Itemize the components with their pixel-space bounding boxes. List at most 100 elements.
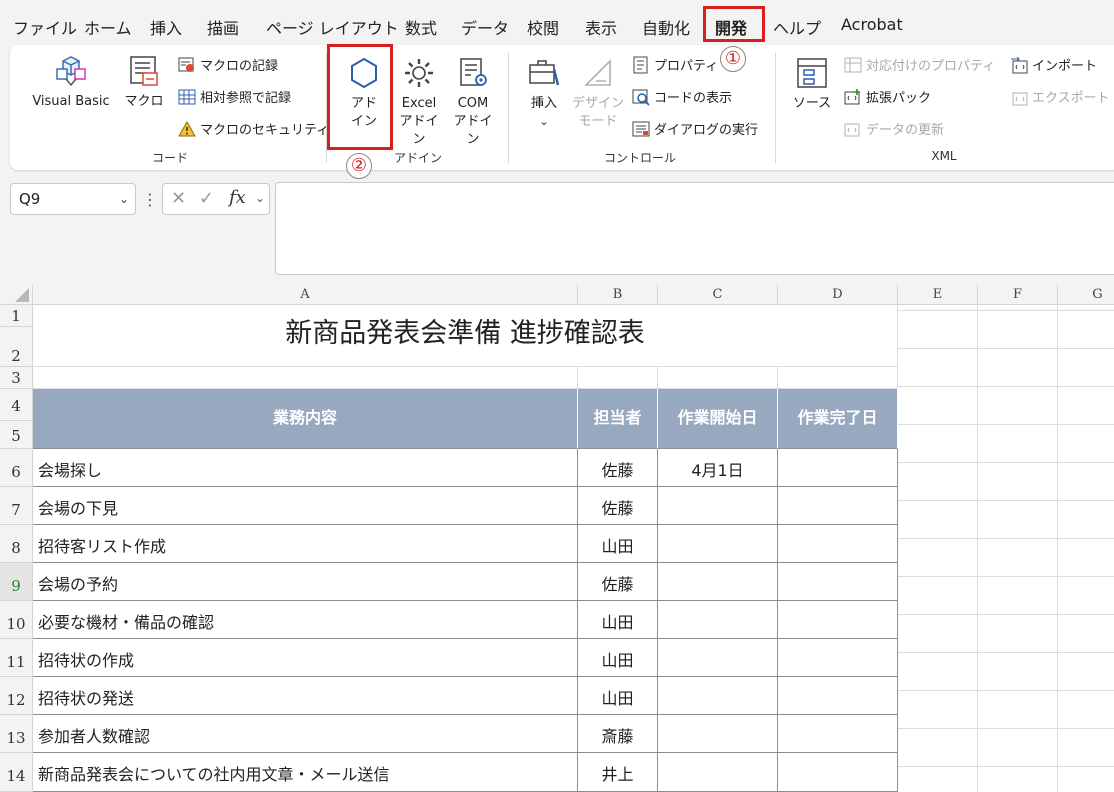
- start-date-cell[interactable]: [658, 601, 778, 639]
- record-macro-button[interactable]: マクロの記録: [178, 55, 278, 74]
- tab-file[interactable]: ファイル: [13, 15, 77, 39]
- end-date-cell[interactable]: [778, 563, 898, 601]
- start-date-cell[interactable]: [658, 487, 778, 525]
- assignee-cell[interactable]: 山田: [578, 601, 658, 639]
- header-start-date[interactable]: 作業開始日: [658, 389, 778, 449]
- assignee-cell[interactable]: 佐藤: [578, 563, 658, 601]
- end-date-cell[interactable]: [778, 715, 898, 753]
- end-date-cell[interactable]: [778, 449, 898, 487]
- tab-draw[interactable]: 描画: [207, 15, 239, 39]
- column-header-e[interactable]: E: [898, 285, 978, 305]
- export-button[interactable]: エクスポート: [1010, 87, 1110, 106]
- column-header-c[interactable]: C: [658, 285, 778, 305]
- start-date-cell[interactable]: [658, 563, 778, 601]
- view-code-button[interactable]: コードの表示: [632, 87, 732, 106]
- row-header-9[interactable]: 9: [0, 563, 33, 601]
- assignee-cell[interactable]: 井上: [578, 753, 658, 792]
- task-cell[interactable]: 招待客リスト作成: [33, 525, 578, 563]
- row-header-10[interactable]: 10: [0, 601, 33, 639]
- row-header-2[interactable]: 2: [0, 327, 33, 367]
- tab-help[interactable]: ヘルプ: [773, 15, 821, 39]
- task-cell[interactable]: 招待状の発送: [33, 677, 578, 715]
- chevron-down-icon[interactable]: ⌄: [255, 191, 265, 205]
- header-assignee[interactable]: 担当者: [578, 389, 658, 449]
- start-date-cell[interactable]: [658, 525, 778, 563]
- start-date-cell[interactable]: [658, 677, 778, 715]
- addin-button[interactable]: アド イン: [339, 55, 389, 131]
- select-all-corner[interactable]: [0, 285, 33, 305]
- tab-insert[interactable]: 挿入: [150, 15, 182, 39]
- tab-view[interactable]: 表示: [585, 15, 617, 39]
- row-header-4[interactable]: 4: [0, 389, 33, 421]
- sheet-title[interactable]: 新商品発表会準備 進捗確認表: [33, 305, 898, 367]
- cell[interactable]: [658, 367, 778, 389]
- column-header-a[interactable]: A: [33, 285, 578, 305]
- name-box[interactable]: Q9 ⌄: [10, 183, 136, 215]
- properties-button[interactable]: プロパティ: [632, 55, 718, 74]
- design-mode-button[interactable]: デザイン モード: [572, 55, 624, 131]
- macro-button[interactable]: マクロ: [122, 53, 166, 111]
- relative-reference-button[interactable]: 相対参照で記録: [178, 87, 291, 106]
- row-header-12[interactable]: 12: [0, 677, 33, 715]
- task-cell[interactable]: 会場探し: [33, 449, 578, 487]
- column-header-b[interactable]: B: [578, 285, 658, 305]
- tab-developer[interactable]: 開発: [715, 15, 747, 39]
- tab-automate[interactable]: 自動化: [642, 15, 690, 39]
- excel-addins-button[interactable]: Excel アドイン: [395, 55, 443, 149]
- insert-function-icon[interactable]: fx: [229, 187, 246, 208]
- column-header-g[interactable]: G: [1058, 285, 1114, 305]
- formula-input[interactable]: [275, 182, 1114, 275]
- assignee-cell[interactable]: 佐藤: [578, 449, 658, 487]
- refresh-data-button[interactable]: データの更新: [844, 119, 944, 138]
- end-date-cell[interactable]: [778, 753, 898, 792]
- row-header-6[interactable]: 6: [0, 449, 33, 487]
- start-date-cell[interactable]: [658, 639, 778, 677]
- column-header-f[interactable]: F: [978, 285, 1058, 305]
- row-header-1[interactable]: 1: [0, 305, 33, 327]
- row-header-11[interactable]: 11: [0, 639, 33, 677]
- start-date-cell[interactable]: [658, 753, 778, 792]
- task-cell[interactable]: 新商品発表会についての社内用文章・メール送信: [33, 753, 578, 792]
- cell[interactable]: [578, 367, 658, 389]
- enter-icon[interactable]: ✓: [199, 188, 214, 209]
- row-header-5[interactable]: 5: [0, 421, 33, 449]
- row-header-7[interactable]: 7: [0, 487, 33, 525]
- tab-data[interactable]: データ: [461, 15, 509, 39]
- com-addins-button[interactable]: COM アドイン: [448, 55, 498, 149]
- task-cell[interactable]: 会場の下見: [33, 487, 578, 525]
- cell[interactable]: [33, 367, 578, 389]
- insert-control-button[interactable]: 挿入 ⌄: [522, 55, 566, 131]
- assignee-cell[interactable]: 山田: [578, 525, 658, 563]
- assignee-cell[interactable]: 佐藤: [578, 487, 658, 525]
- tab-review[interactable]: 校閲: [527, 15, 559, 39]
- task-cell[interactable]: 必要な機材・備品の確認: [33, 601, 578, 639]
- column-header-d[interactable]: D: [778, 285, 898, 305]
- end-date-cell[interactable]: [778, 639, 898, 677]
- empty-cells-area[interactable]: [898, 305, 1114, 792]
- task-cell[interactable]: 参加者人数確認: [33, 715, 578, 753]
- more-options-icon[interactable]: ⋮: [142, 190, 158, 209]
- task-cell[interactable]: 会場の予約: [33, 563, 578, 601]
- cell[interactable]: [778, 367, 898, 389]
- xml-source-button[interactable]: ソース: [788, 55, 836, 113]
- cancel-icon[interactable]: ✕: [171, 188, 186, 209]
- end-date-cell[interactable]: [778, 525, 898, 563]
- start-date-cell[interactable]: 4月1日: [658, 449, 778, 487]
- expansion-packs-button[interactable]: 拡張パック: [844, 87, 931, 106]
- tab-page-layout[interactable]: ページ レイアウト: [266, 15, 399, 39]
- row-header-14[interactable]: 14: [0, 753, 33, 792]
- end-date-cell[interactable]: [778, 487, 898, 525]
- assignee-cell[interactable]: 斎藤: [578, 715, 658, 753]
- row-header-8[interactable]: 8: [0, 525, 33, 563]
- tab-home[interactable]: ホーム: [84, 15, 132, 39]
- end-date-cell[interactable]: [778, 601, 898, 639]
- macro-security-button[interactable]: マクロのセキュリティ: [178, 119, 329, 138]
- header-task[interactable]: 業務内容: [33, 389, 578, 449]
- tab-formulas[interactable]: 数式: [405, 15, 437, 39]
- run-dialog-button[interactable]: ダイアログの実行: [632, 119, 758, 138]
- tab-acrobat[interactable]: Acrobat: [841, 15, 903, 34]
- start-date-cell[interactable]: [658, 715, 778, 753]
- end-date-cell[interactable]: [778, 677, 898, 715]
- import-button[interactable]: インポート: [1010, 55, 1097, 74]
- row-header-13[interactable]: 13: [0, 715, 33, 753]
